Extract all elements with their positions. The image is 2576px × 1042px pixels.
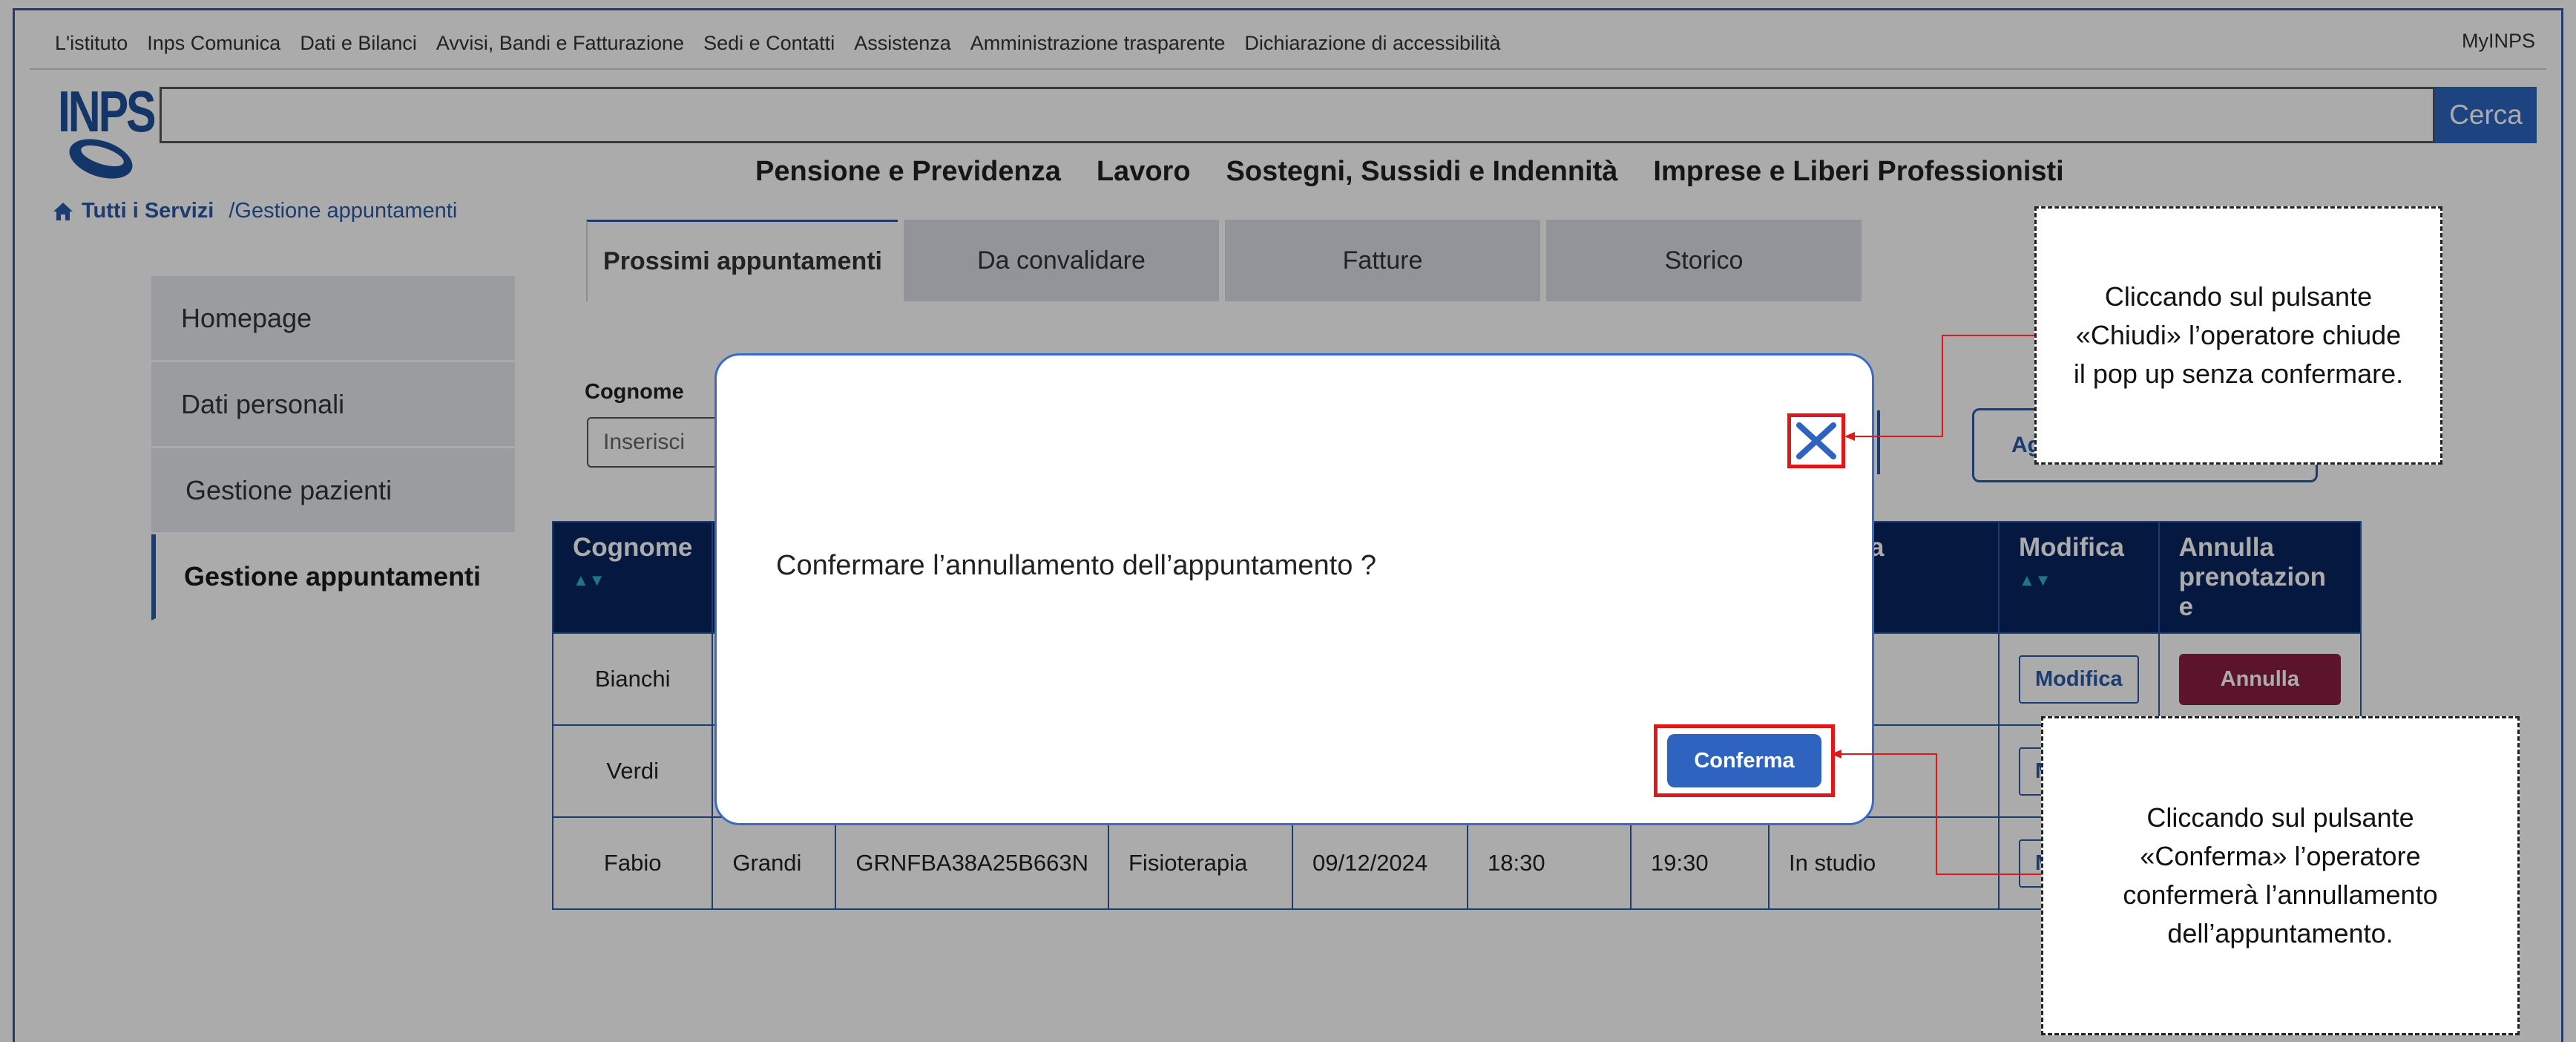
confirm-cancel-dialog: Confermare l’annullamento dell’appuntame… [714, 353, 1874, 825]
close-callout: Cliccando sul pulsante «Chiudi» l’operat… [2034, 206, 2442, 465]
callout-line: «Conferma» l’operatore [2140, 841, 2421, 871]
callout-line: confermerà l’annullamento [2123, 879, 2438, 910]
callout-line: dell’appuntamento. [2167, 918, 2393, 948]
close-highlight [1787, 413, 1845, 468]
callout-line: Cliccando sul pulsante [2146, 802, 2414, 833]
close-icon[interactable] [1795, 421, 1838, 461]
dialog-message: Confermare l’annullamento dell’appuntame… [776, 550, 1377, 581]
confirm-button[interactable]: Conferma [1667, 734, 1821, 787]
confirm-callout: Cliccando sul pulsante «Conferma» l’oper… [2041, 716, 2520, 1035]
confirm-highlight: Conferma [1654, 724, 1835, 797]
callout-line: il pop up senza confermare. [2073, 358, 2404, 389]
callout-line: Cliccando sul pulsante [2104, 281, 2373, 312]
callout-line: «Chiudi» l’operatore chiude [2075, 320, 2402, 350]
